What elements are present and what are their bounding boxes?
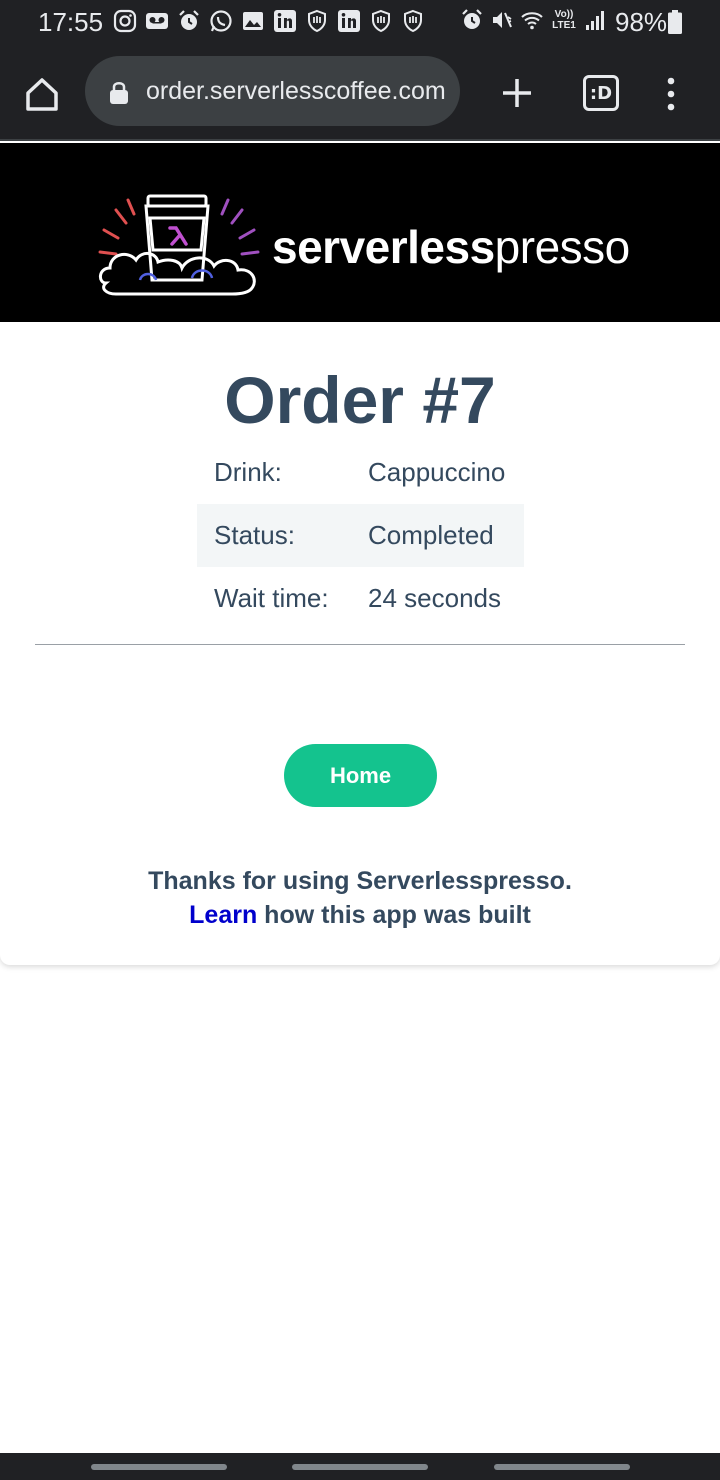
gallery-icon [243,12,263,30]
order-details-table: Drink: Cappuccino Status: Completed Wait… [197,441,524,630]
serverlesspresso-logo [98,194,260,296]
notification-icons [113,9,425,33]
linkedin-icon [338,10,360,32]
brand-light-text: presso [494,221,631,273]
status-label: Status: [214,520,295,550]
url-text: order.serverlesscoffee.com [146,77,446,105]
order-title: Order #7 [224,363,496,437]
volte-icon: Vo)) LTE1 [552,9,576,31]
system-nav-bar [0,1453,720,1480]
mute-icon [493,12,512,28]
table-row: Wait time: 24 seconds [197,567,524,630]
learn-link[interactable]: Learn [189,901,257,929]
learn-line: Learn how this app was built [0,898,720,932]
wifi-icon [521,12,543,30]
alarm-icon [462,9,482,29]
shield-icon [404,9,422,33]
battery-level: 98% [615,7,668,37]
thanks-text: Thanks for using Serverlesspresso. [148,867,572,895]
shield-icon [308,9,326,33]
browser-toolbar: order.serverlesscoffee.com :D [0,44,720,141]
system-icons: Vo)) LTE1 [460,8,608,32]
back-button[interactable] [494,1464,630,1470]
instagram-icon [113,9,137,33]
lock-icon [110,82,128,104]
battery-icon [668,10,682,34]
drink-label: Drink: [214,457,282,487]
status-bar: 17:55 Vo)) LTE1 98% [0,0,720,44]
voicemail-icon [146,13,168,29]
table-row: Drink: Cappuccino [197,441,524,504]
more-options-icon[interactable] [660,74,682,114]
drink-value: Cappuccino [368,457,506,487]
whatsapp-icon [210,10,232,32]
brand-wordmark: serverlesspresso [272,219,630,275]
linkedin-icon [274,10,296,32]
thanks-message: Thanks for using Serverlesspresso. Learn… [0,864,720,932]
order-card: Order #7 Drink: Cappuccino Status: Compl… [0,322,720,965]
address-bar[interactable]: order.serverlesscoffee.com [85,56,460,126]
learn-suffix: how this app was built [257,901,531,929]
new-tab-icon[interactable] [500,76,534,110]
shield-icon [372,9,390,33]
status-value: Completed [368,520,494,550]
recent-apps-button[interactable] [91,1464,227,1470]
signal-icon [586,11,604,30]
home-icon[interactable] [22,74,62,114]
divider [35,644,685,645]
home-button[interactable]: Home [284,744,437,807]
table-row: Status: Completed [197,504,524,567]
tab-switcher-button[interactable]: :D [583,75,619,111]
header-banner: serverlesspresso [0,143,720,322]
wait-time-value: 24 seconds [368,583,501,613]
brand-bold-text: serverless [272,221,495,273]
home-gesture-button[interactable] [292,1464,428,1470]
tab-switcher-label: :D [589,82,613,104]
status-time: 17:55 [38,7,104,37]
wait-time-label: Wait time: [214,583,329,613]
alarm-icon [179,10,199,30]
